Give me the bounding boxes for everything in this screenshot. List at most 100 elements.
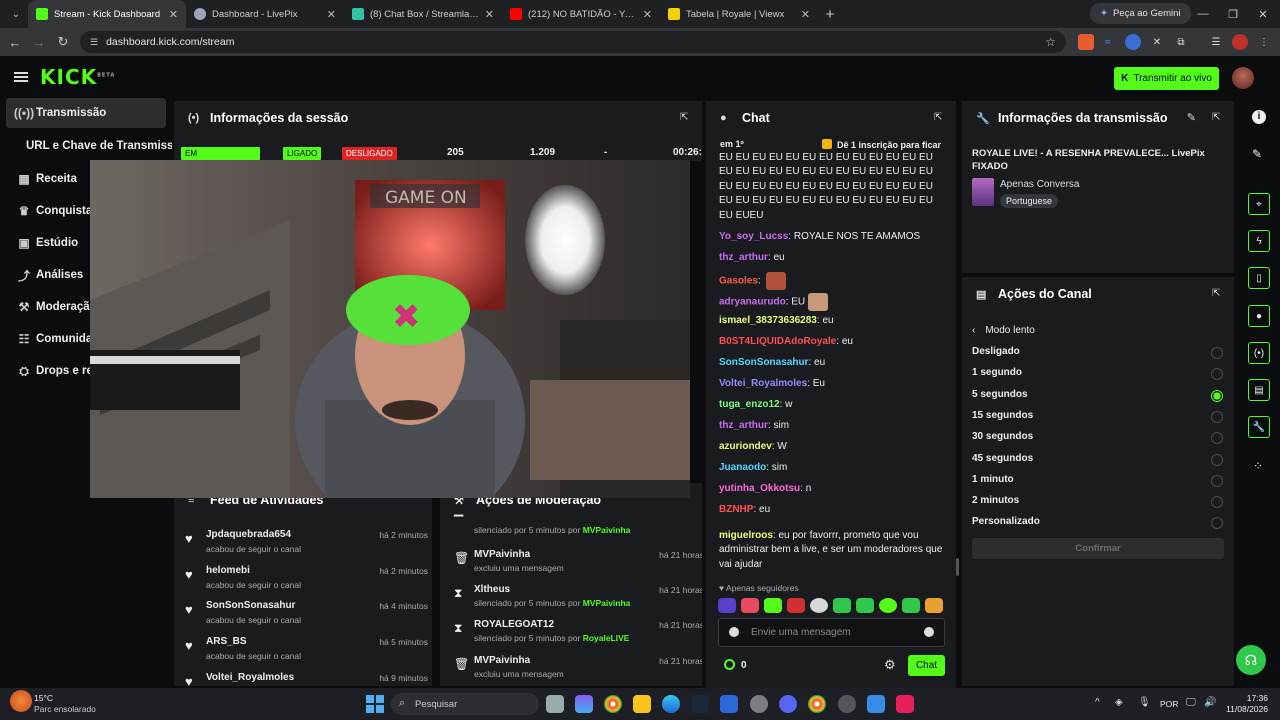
- chat-username[interactable]: miguelroos: [719, 530, 773, 541]
- chat-username[interactable]: azuriondev: [719, 441, 772, 452]
- slow-mode-option-label[interactable]: 5 segundos: [972, 389, 1028, 400]
- emote-icon[interactable]: [879, 598, 897, 613]
- chat-username[interactable]: Gasoles: [719, 276, 758, 287]
- gear-icon[interactable]: ⚙: [884, 657, 896, 673]
- chat-scrollbar[interactable]: [956, 558, 959, 576]
- close-icon[interactable]: ✕: [801, 8, 810, 21]
- close-icon[interactable]: ✕: [327, 8, 336, 21]
- network-icon[interactable]: 🖵: [1186, 697, 1196, 708]
- emote-icon[interactable]: [833, 598, 851, 613]
- chat-username[interactable]: Juanaodo: [719, 462, 766, 473]
- sub-goal-banner[interactable]: Dê 1 inscrição para ficar: [822, 139, 941, 150]
- rail-button[interactable]: 🔧: [1248, 416, 1270, 438]
- extensions-puzzle-icon[interactable]: ⧉: [1173, 34, 1189, 50]
- grid-dots-icon[interactable]: ⁘: [1253, 459, 1263, 473]
- weather-temp[interactable]: 15°C: [34, 693, 53, 703]
- tab-search-button[interactable]: ⌄: [4, 4, 28, 24]
- reload-icon[interactable]: ↻: [51, 34, 75, 50]
- emote-icon[interactable]: [810, 598, 828, 613]
- category-name[interactable]: Apenas Conversa: [1000, 179, 1080, 190]
- slow-mode-radio[interactable]: [1211, 474, 1223, 487]
- app-icon[interactable]: [896, 695, 914, 713]
- task-view-icon[interactable]: [546, 695, 564, 713]
- slow-mode-option-label[interactable]: 2 minutos: [972, 495, 1019, 506]
- emoji-icon[interactable]: [924, 627, 934, 637]
- extension-icon[interactable]: [1078, 34, 1094, 50]
- send-chat-button[interactable]: Chat: [908, 655, 945, 676]
- new-tab-button[interactable]: +: [818, 6, 842, 23]
- popout-icon[interactable]: ⇱: [680, 112, 692, 124]
- slow-mode-option-label[interactable]: 1 minuto: [972, 474, 1014, 485]
- slow-mode-back[interactable]: ‹ Modo lento: [972, 325, 1035, 336]
- gemini-button[interactable]: ✦ Peça ao Gemini: [1090, 3, 1191, 24]
- emote-icon[interactable]: [718, 598, 736, 613]
- emote-icon[interactable]: [925, 598, 943, 613]
- chat-username[interactable]: tuga_enzo12: [719, 399, 780, 410]
- confirm-button[interactable]: Confirmar: [972, 538, 1224, 559]
- browser-tab-kick[interactable]: Stream - Kick Dashboard ✕: [28, 0, 186, 28]
- close-icon[interactable]: ✕: [643, 8, 652, 21]
- close-icon[interactable]: ✕: [485, 8, 494, 21]
- chrome-icon[interactable]: [808, 695, 826, 713]
- list-item[interactable]: ⧗ Xltheus há 21 horas silenciado por 5 minu…: [440, 582, 702, 617]
- kick-points[interactable]: 0: [724, 659, 747, 671]
- sidebar-item-url-chave[interactable]: URL e Chave de Transmissão: [26, 140, 172, 152]
- rail-button[interactable]: ϟ: [1248, 230, 1270, 252]
- edit-pencil-icon[interactable]: ✎: [1187, 111, 1196, 124]
- browser-tab-youtube[interactable]: (212) NO BATIDÃO - YouTube ✕: [502, 0, 660, 28]
- language-indicator[interactable]: POR: [1160, 699, 1178, 709]
- close-icon[interactable]: ✕: [169, 8, 178, 21]
- profile-icon[interactable]: [1232, 34, 1248, 50]
- list-item[interactable]: ♥ ARS_BS há 5 minutos acabou de seguir o ca…: [174, 634, 430, 669]
- weather-icon[interactable]: [10, 690, 32, 712]
- extension-icon[interactable]: ✕: [1149, 34, 1165, 50]
- list-item[interactable]: ⧗ ROYALEGOAT12 há 21 horas silenciado por 5…: [440, 617, 702, 652]
- popout-icon[interactable]: ⇱: [934, 112, 946, 124]
- site-info-icon[interactable]: ☰: [90, 37, 98, 48]
- list-item[interactable]: ♥ Voltei_Royalmoles há 9 minutos: [174, 670, 430, 686]
- copilot-icon[interactable]: [575, 695, 593, 713]
- slow-mode-radio[interactable]: [1211, 496, 1223, 509]
- info-icon[interactable]: i: [1252, 110, 1266, 124]
- list-item[interactable]: ♥ SonSonSonasahur há 4 minutos acabou de se…: [174, 598, 430, 633]
- slow-mode-radio[interactable]: [1211, 347, 1223, 359]
- chat-username[interactable]: ismael_38373636283: [719, 315, 817, 326]
- avatar[interactable]: [1232, 67, 1254, 89]
- close-window-button[interactable]: ✕: [1248, 0, 1278, 28]
- slow-mode-option-label[interactable]: 15 segundos: [972, 410, 1033, 421]
- edge-icon[interactable]: [662, 695, 680, 713]
- kick-logo[interactable]: KICKBETA: [40, 65, 115, 89]
- slow-mode-option-label[interactable]: 30 segundos: [972, 431, 1033, 442]
- emote-icon[interactable]: [902, 598, 920, 613]
- reading-list-icon[interactable]: ☰: [1208, 34, 1224, 50]
- chat-username[interactable]: adryanaurudo: [719, 297, 786, 308]
- windows-start-icon[interactable]: [366, 695, 384, 713]
- category-thumbnail[interactable]: [972, 178, 994, 206]
- extension-icon[interactable]: ≈: [1100, 34, 1116, 50]
- forward-icon[interactable]: →: [27, 35, 51, 50]
- slow-mode-option-label[interactable]: Personalizado: [972, 516, 1040, 527]
- chrome-icon[interactable]: [604, 695, 622, 713]
- chat-username[interactable]: SonSonSonasahur: [719, 357, 808, 368]
- rail-button[interactable]: ▯: [1248, 267, 1270, 289]
- chevron-up-icon[interactable]: ^: [1095, 697, 1100, 708]
- back-icon[interactable]: ←: [3, 35, 27, 50]
- emote-icon[interactable]: [787, 598, 805, 613]
- slow-mode-option-label[interactable]: Desligado: [972, 346, 1020, 357]
- chat-input[interactable]: Envie uma mensagem: [718, 618, 945, 647]
- rail-button[interactable]: ●: [1248, 305, 1270, 327]
- list-item[interactable]: ♥ helomebi há 2 minutos acabou de seguir o …: [174, 563, 430, 598]
- emote-icon[interactable]: [764, 598, 782, 613]
- list-item[interactable]: 🗑 MVPaivinha há 21 horas excluiu uma mensag…: [440, 547, 702, 582]
- slow-mode-option-label[interactable]: 1 segundo: [972, 367, 1022, 378]
- slow-mode-radio[interactable]: [1211, 389, 1223, 402]
- file-explorer-icon[interactable]: [633, 695, 651, 713]
- list-item[interactable]: 🗑 MVPaivinha há 21 horas excluiu uma mensag…: [440, 653, 702, 686]
- chat-username[interactable]: thz_arthur: [719, 420, 768, 431]
- go-live-button[interactable]: K Transmitir ao vivo: [1114, 67, 1219, 90]
- slow-mode-option-label[interactable]: 45 segundos: [972, 453, 1033, 464]
- app-icon[interactable]: [838, 695, 856, 713]
- chat-username[interactable]: yutinha_Okkotsu: [719, 483, 800, 494]
- discord-icon[interactable]: [779, 695, 797, 713]
- maximize-button[interactable]: ❐: [1218, 0, 1248, 28]
